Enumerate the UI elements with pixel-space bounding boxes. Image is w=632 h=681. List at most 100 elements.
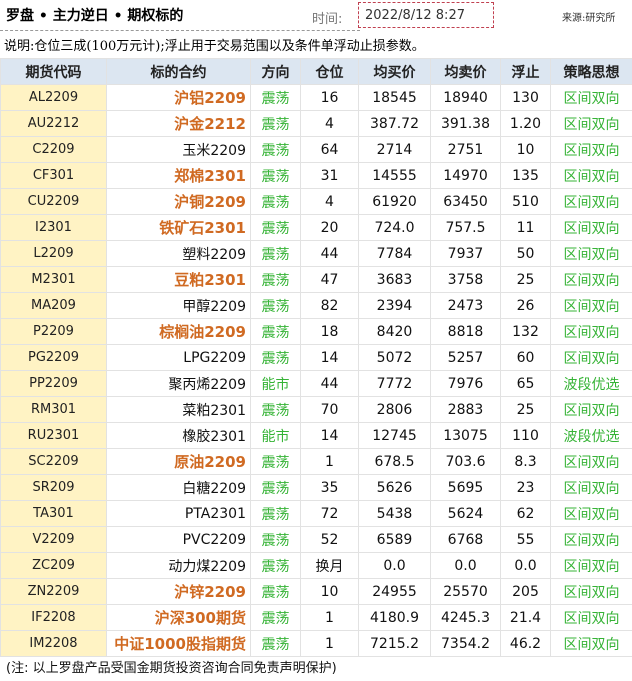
direction-cell: 震荡: [250, 240, 301, 267]
float-stop-cell: 205: [500, 578, 551, 605]
avg-sell-cell: 7937: [430, 240, 501, 267]
table-row: RU2301 橡胶2301 能市 14 12745 13075 110 波段优选: [0, 422, 632, 449]
contract-name-cell: 原油2209: [106, 448, 251, 475]
position-cell: 4: [300, 110, 359, 137]
contract-name-cell: 铁矿石2301: [106, 214, 251, 241]
time-value: 2022/8/12 8:27: [358, 2, 494, 28]
position-cell: 1: [300, 448, 359, 475]
direction-cell: 震荡: [250, 110, 301, 137]
futures-code-cell: V2209: [0, 526, 107, 553]
contract-name-cell: 动力煤2209: [106, 552, 251, 579]
contract-name-cell: 中证1000股指期货: [106, 630, 251, 657]
direction-cell: 震荡: [250, 136, 301, 163]
futures-code-cell: P2209: [0, 318, 107, 345]
contract-name-cell: LPG2209: [106, 344, 251, 371]
float-stop-cell: 26: [500, 292, 551, 319]
avg-sell-cell: 7976: [430, 370, 501, 397]
table-row: CF301 郑棉2301 震荡 31 14555 14970 135 区间双向: [0, 162, 632, 189]
float-stop-cell: 10: [500, 136, 551, 163]
table-row: ZC209 动力煤2209 震荡 换月 0.0 0.0 0.0 区间双向: [0, 552, 632, 579]
position-cell: 31: [300, 162, 359, 189]
strategy-cell: 区间双向: [550, 526, 632, 553]
strategy-cell: 区间双向: [550, 318, 632, 345]
float-stop-cell: 60: [500, 344, 551, 371]
direction-cell: 震荡: [250, 318, 301, 345]
table-row: I2301 铁矿石2301 震荡 20 724.0 757.5 11 区间双向: [0, 214, 632, 241]
table-row: RM301 菜粕2301 震荡 70 2806 2883 25 区间双向: [0, 396, 632, 423]
position-cell: 35: [300, 474, 359, 501]
float-stop-cell: 55: [500, 526, 551, 553]
avg-sell-cell: 0.0: [430, 552, 501, 579]
position-cell: 52: [300, 526, 359, 553]
footnote: (注: 以上罗盘产品受国金期货投资咨询合同免责声明保护): [6, 661, 337, 676]
avg-buy-cell: 18545: [358, 84, 431, 111]
float-stop-cell: 65: [500, 370, 551, 397]
direction-cell: 震荡: [250, 84, 301, 111]
avg-buy-cell: 2714: [358, 136, 431, 163]
position-cell: 20: [300, 214, 359, 241]
avg-buy-cell: 5626: [358, 474, 431, 501]
avg-buy-cell: 5072: [358, 344, 431, 371]
direction-cell: 震荡: [250, 552, 301, 579]
avg-buy-cell: 6589: [358, 526, 431, 553]
strategy-cell: 区间双向: [550, 578, 632, 605]
report-header: 罗盘 • 主力逆日 • 期权标的 时间: 2022/8/12 8:27 来源:研…: [0, 0, 632, 32]
avg-buy-cell: 2394: [358, 292, 431, 319]
position-cell: 换月: [300, 552, 359, 579]
avg-sell-cell: 5624: [430, 500, 501, 527]
avg-sell-cell: 757.5: [430, 214, 501, 241]
position-cell: 82: [300, 292, 359, 319]
avg-buy-cell: 0.0: [358, 552, 431, 579]
avg-sell-cell: 13075: [430, 422, 501, 449]
table-row: PP2209 聚丙烯2209 能市 44 7772 7976 65 波段优选: [0, 370, 632, 397]
position-cell: 44: [300, 240, 359, 267]
futures-code-cell: L2209: [0, 240, 107, 267]
position-cell: 47: [300, 266, 359, 293]
avg-buy-cell: 7772: [358, 370, 431, 397]
contract-name-cell: 菜粕2301: [106, 396, 251, 423]
futures-code-cell: PP2209: [0, 370, 107, 397]
futures-code-cell: SC2209: [0, 448, 107, 475]
contract-name-cell: 玉米2209: [106, 136, 251, 163]
float-stop-cell: 1.20: [500, 110, 551, 137]
contract-name-cell: 沪深300期货: [106, 604, 251, 631]
position-cell: 14: [300, 344, 359, 371]
direction-cell: 震荡: [250, 266, 301, 293]
float-stop-cell: 23: [500, 474, 551, 501]
avg-sell-cell: 8818: [430, 318, 501, 345]
float-stop-cell: 25: [500, 266, 551, 293]
strategy-cell: 区间双向: [550, 604, 632, 631]
table-row: V2209 PVC2209 震荡 52 6589 6768 55 区间双向: [0, 526, 632, 553]
title-divider: [0, 30, 360, 31]
futures-code-cell: TA301: [0, 500, 107, 527]
float-stop-cell: 25: [500, 396, 551, 423]
avg-buy-cell: 61920: [358, 188, 431, 215]
strategy-cell: 区间双向: [550, 292, 632, 319]
strategy-cell: 区间双向: [550, 110, 632, 137]
direction-cell: 震荡: [250, 162, 301, 189]
direction-cell: 震荡: [250, 630, 301, 657]
position-cell: 16: [300, 84, 359, 111]
futures-code-cell: CF301: [0, 162, 107, 189]
avg-buy-cell: 4180.9: [358, 604, 431, 631]
avg-buy-cell: 678.5: [358, 448, 431, 475]
header-col-strategy: 策略思想: [550, 58, 632, 85]
time-label: 时间:: [312, 12, 343, 27]
float-stop-cell: 50: [500, 240, 551, 267]
avg-sell-cell: 2751: [430, 136, 501, 163]
contract-name-cell: PVC2209: [106, 526, 251, 553]
position-cell: 64: [300, 136, 359, 163]
position-cell: 18: [300, 318, 359, 345]
avg-buy-cell: 724.0: [358, 214, 431, 241]
contract-name-cell: 沪铝2209: [106, 84, 251, 111]
table-row: PG2209 LPG2209 震荡 14 5072 5257 60 区间双向: [0, 344, 632, 371]
avg-sell-cell: 63450: [430, 188, 501, 215]
position-cell: 72: [300, 500, 359, 527]
avg-sell-cell: 14970: [430, 162, 501, 189]
futures-code-cell: IF2208: [0, 604, 107, 631]
float-stop-cell: 46.2: [500, 630, 551, 657]
avg-buy-cell: 7215.2: [358, 630, 431, 657]
futures-code-cell: C2209: [0, 136, 107, 163]
futures-code-cell: MA209: [0, 292, 107, 319]
avg-buy-cell: 14555: [358, 162, 431, 189]
